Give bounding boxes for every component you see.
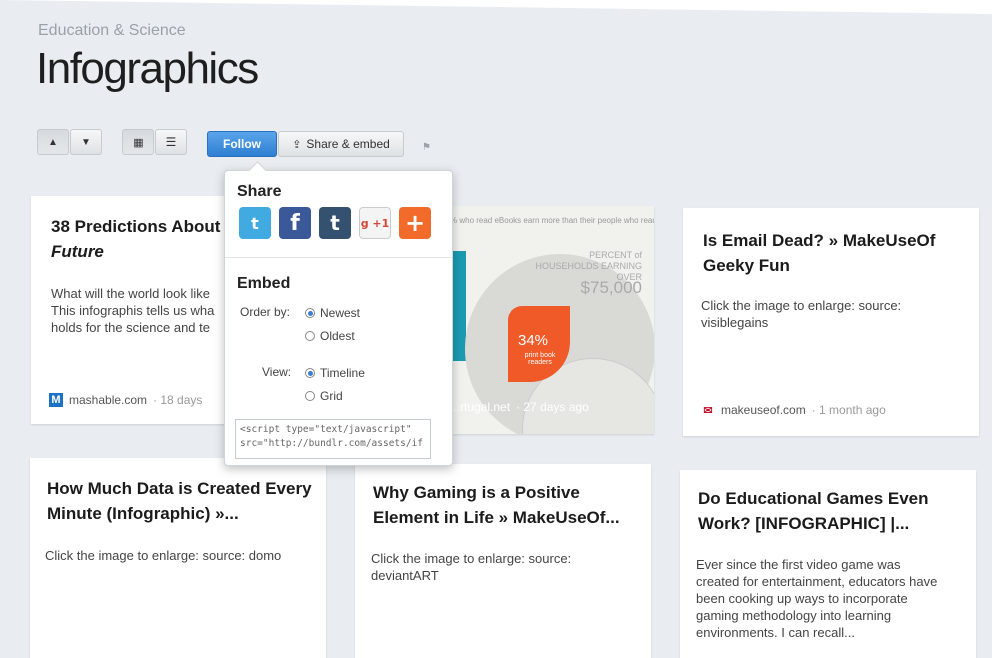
card-excerpt: What will the world look like This infog… [51,285,231,336]
share-heading: Share [237,183,282,200]
popup-divider [225,257,452,258]
page-stage: Education & Science Infographics ▲ ▼ ▦ ☰… [0,0,992,658]
source-link[interactable]: ...rtugal.net [450,400,510,414]
image-pct: 34% [518,332,549,349]
card-excerpt: Click the image to enlarge: source: visi… [701,298,902,330]
share-embed-label: Share & embed [306,137,390,151]
twitter-icon[interactable]: t [239,207,271,239]
timestamp: · 1 month ago [811,403,886,417]
facebook-icon[interactable]: f [279,207,311,239]
chevron-down-icon: ▼ [81,136,91,148]
chevron-up-icon: ▲ [48,136,58,148]
follow-button[interactable]: Follow [207,131,277,157]
radio-button[interactable] [305,391,315,401]
card-excerpt: Click the image to enlarge: source: domo [45,548,282,563]
card-educational-games[interactable]: Do Educational Games Even Work? [INFOGRA… [680,470,976,658]
excerpt-line: What will the world look like [51,286,210,301]
card-title[interactable]: Why Gaming is a Positive Element in Life… [373,480,643,530]
list-icon: ☰ [165,135,177,149]
source-link[interactable]: makeuseof.com [721,403,806,417]
card-title[interactable]: 38 Predictions About Future [51,214,220,264]
share-embed-popup: Share t f t g +1 + Embed Order by: Newes… [224,161,453,466]
order-oldest-radio[interactable]: Oldest [305,329,355,343]
view-label: View: [262,365,292,379]
card-title-line: 38 Predictions About [51,217,221,236]
card-title[interactable]: How Much Data is Created Every Minute (I… [47,476,317,526]
image-amount: $75,000 [580,278,642,297]
view-timeline-radio[interactable]: Timeline [305,366,365,380]
excerpt-line: This infographis tells us wha [51,303,215,318]
makeuseof-favicon-icon: ✉ [703,404,713,417]
scroll-down-button[interactable]: ▼ [70,129,102,155]
image-pct-label: print book readers [524,352,556,366]
share-icon: ⇪ [292,138,302,151]
radio-label: Timeline [320,366,365,380]
embed-heading: Embed [237,275,291,292]
list-view-button[interactable]: ☰ [155,129,187,155]
card-meta: ...rtugal.net · 27 days ago [450,400,589,414]
page-title: Infographics [36,44,259,93]
card-title-line: Future [51,242,104,261]
order-by-label: Order by: [240,305,291,319]
embed-code-textarea[interactable]: <script type="text/javascript" src="http… [235,419,431,459]
card-title[interactable]: Is Email Dead? » MakeUseOf Geeky Fun [703,228,973,278]
card-meta: ✉ makeuseof.com · 1 month ago [701,403,886,417]
timestamp: · 18 days [153,393,203,407]
grid-view-button[interactable]: ▦ [122,129,154,155]
flag-icon[interactable]: ⚑ [422,142,431,153]
google-plus-one-icon[interactable]: g +1 [359,207,391,239]
add-more-icon[interactable]: + [399,207,431,239]
image-caption: % who read eBooks earn more than their p… [450,216,654,225]
radio-label: Grid [320,389,343,403]
card-data-every-minute[interactable]: How Much Data is Created Every Minute (I… [30,458,326,658]
grid-icon: ▦ [133,136,143,149]
card-gaming-positive[interactable]: Why Gaming is a Positive Element in Life… [355,464,651,658]
radio-label: Oldest [320,329,355,343]
share-embed-button[interactable]: ⇪ Share & embed [278,131,404,157]
card-38-predictions[interactable]: 38 Predictions About Future What will th… [31,196,231,424]
radio-button[interactable] [305,308,315,318]
radio-button[interactable] [305,331,315,341]
radio-label: Newest [320,306,361,320]
card-title[interactable]: Do Educational Games Even Work? [INFOGRA… [698,486,968,536]
excerpt-line: holds for the science and te [51,320,210,335]
radio-button[interactable] [305,368,315,378]
tumblr-icon[interactable]: t [319,207,351,239]
popup-notch [248,161,267,180]
card-excerpt: Click the image to enlarge: source: devi… [371,551,572,583]
breadcrumb-category[interactable]: Education & Science [38,22,186,40]
view-grid-radio[interactable]: Grid [305,389,343,403]
mashable-favicon-icon: M [49,393,63,407]
scroll-up-button[interactable]: ▲ [37,129,69,155]
card-email-dead[interactable]: Is Email Dead? » MakeUseOf Geeky Fun Cli… [683,208,979,436]
card-image-infographic[interactable]: % who read eBooks earn more than their p… [440,206,654,434]
card-meta: M mashable.com · 18 days [49,393,202,407]
card-excerpt: Ever since the first video game was crea… [696,557,938,640]
source-link[interactable]: mashable.com [69,393,147,407]
order-newest-radio[interactable]: Newest [305,306,360,320]
timestamp: · 27 days ago [516,400,589,414]
